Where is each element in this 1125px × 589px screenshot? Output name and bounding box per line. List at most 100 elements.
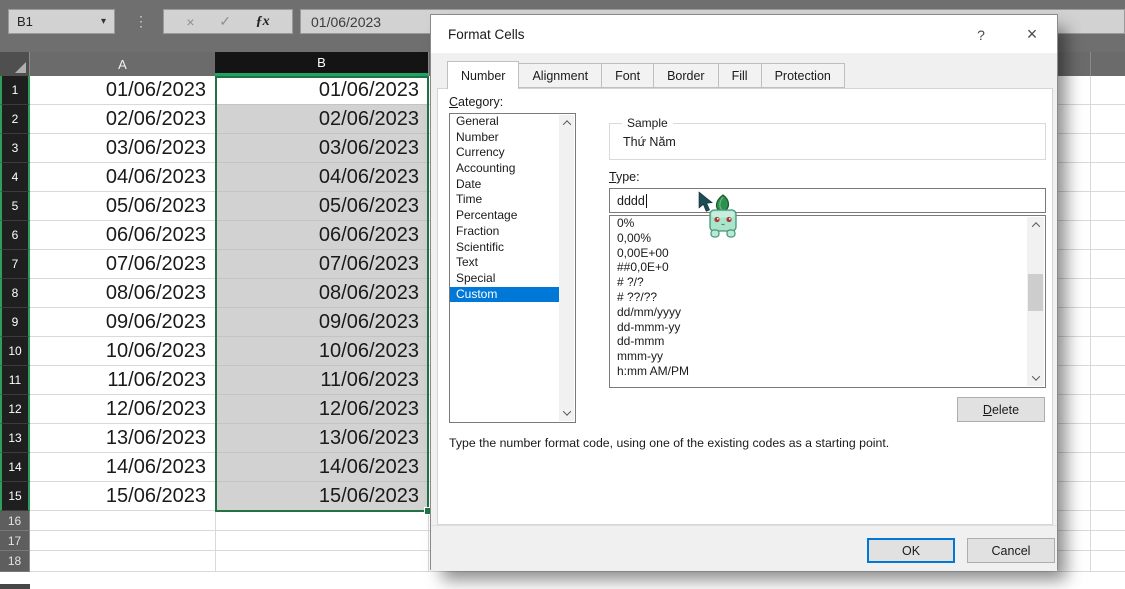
tab-number[interactable]: Number <box>447 61 519 89</box>
cell-B10[interactable]: 10/06/2023 <box>215 337 428 366</box>
row-header-5[interactable]: 5 <box>0 192 30 221</box>
category-scrollbar[interactable] <box>559 115 574 421</box>
cell-D16[interactable] <box>1090 511 1125 531</box>
cell-D18[interactable] <box>1090 551 1125 572</box>
category-item-text[interactable]: Text <box>450 255 560 271</box>
dialog-titlebar[interactable]: Format Cells <box>431 15 1057 53</box>
cell-A2[interactable]: 02/06/2023 <box>30 105 215 134</box>
row-header-11[interactable]: 11 <box>0 366 30 395</box>
row-header-10[interactable]: 10 <box>0 337 30 366</box>
cell-B17[interactable] <box>215 531 428 551</box>
type-option-8[interactable]: dd-mmm <box>610 334 1045 349</box>
dialog-help-icon[interactable]: ? <box>968 24 994 46</box>
cell-B14[interactable]: 14/06/2023 <box>215 453 428 482</box>
type-option-7[interactable]: dd-mmm-yy <box>610 320 1045 335</box>
cell-B7[interactable]: 07/06/2023 <box>215 250 428 279</box>
tab-border[interactable]: Border <box>654 63 719 88</box>
cell-A13[interactable]: 13/06/2023 <box>30 424 215 453</box>
row-header-17[interactable]: 17 <box>0 531 30 551</box>
cell-B6[interactable]: 06/06/2023 <box>215 221 428 250</box>
cell-B18[interactable] <box>215 551 428 572</box>
tab-fill[interactable]: Fill <box>719 63 762 88</box>
scroll-up-icon[interactable] <box>559 115 574 131</box>
cell-D10[interactable] <box>1090 337 1125 366</box>
row-header-12[interactable]: 12 <box>0 395 30 424</box>
row-header-19-partial[interactable] <box>0 584 30 589</box>
row-header-13[interactable]: 13 <box>0 424 30 453</box>
cell-D11[interactable] <box>1090 366 1125 395</box>
cell-B16[interactable] <box>215 511 428 531</box>
row-header-3[interactable]: 3 <box>0 134 30 163</box>
cell-D4[interactable] <box>1090 163 1125 192</box>
type-option-0[interactable]: 0% <box>610 216 1045 231</box>
row-header-16[interactable]: 16 <box>0 511 30 531</box>
category-item-time[interactable]: Time <box>450 192 560 208</box>
row-header-2[interactable]: 2 <box>0 105 30 134</box>
category-item-date[interactable]: Date <box>450 177 560 193</box>
row-header-18[interactable]: 18 <box>0 551 30 572</box>
cell-D2[interactable] <box>1090 105 1125 134</box>
cell-A11[interactable]: 11/06/2023 <box>30 366 215 395</box>
cell-B12[interactable]: 12/06/2023 <box>215 395 428 424</box>
cell-A9[interactable]: 09/06/2023 <box>30 308 215 337</box>
cell-A5[interactable]: 05/06/2023 <box>30 192 215 221</box>
column-header-A[interactable]: A <box>30 52 215 76</box>
cell-A10[interactable]: 10/06/2023 <box>30 337 215 366</box>
cell-B2[interactable]: 02/06/2023 <box>215 105 428 134</box>
category-item-special[interactable]: Special <box>450 271 560 287</box>
cell-D15[interactable] <box>1090 482 1125 511</box>
scroll-down-icon[interactable] <box>559 405 574 421</box>
ok-button[interactable]: OK <box>867 538 955 563</box>
cell-D6[interactable] <box>1090 221 1125 250</box>
cell-A4[interactable]: 04/06/2023 <box>30 163 215 192</box>
cell-D14[interactable] <box>1090 453 1125 482</box>
cell-B13[interactable]: 13/06/2023 <box>215 424 428 453</box>
select-all-button[interactable] <box>0 52 30 76</box>
cell-B4[interactable]: 04/06/2023 <box>215 163 428 192</box>
type-option-4[interactable]: # ?/? <box>610 275 1045 290</box>
insert-function-icon[interactable]: ƒx <box>256 14 270 30</box>
cell-B9[interactable]: 09/06/2023 <box>215 308 428 337</box>
row-header-1[interactable]: 1 <box>0 76 30 105</box>
cancel-entry-icon[interactable]: × <box>186 14 194 30</box>
cell-D17[interactable] <box>1090 531 1125 551</box>
scroll-down-icon[interactable] <box>1027 370 1044 386</box>
enter-entry-icon[interactable]: ✓ <box>219 13 231 30</box>
type-option-9[interactable]: mmm-yy <box>610 349 1045 364</box>
cell-D12[interactable] <box>1090 395 1125 424</box>
cell-D9[interactable] <box>1090 308 1125 337</box>
row-header-6[interactable]: 6 <box>0 221 30 250</box>
cell-A12[interactable]: 12/06/2023 <box>30 395 215 424</box>
tab-alignment[interactable]: Alignment <box>519 63 602 88</box>
cell-B11[interactable]: 11/06/2023 <box>215 366 428 395</box>
cell-D5[interactable] <box>1090 192 1125 221</box>
row-header-4[interactable]: 4 <box>0 163 30 192</box>
cell-D3[interactable] <box>1090 134 1125 163</box>
category-item-custom[interactable]: Custom <box>450 287 560 303</box>
name-box-dropdown-icon[interactable]: ▾ <box>101 16 106 27</box>
category-item-scientific[interactable]: Scientific <box>450 240 560 256</box>
row-header-15[interactable]: 15 <box>0 482 30 511</box>
category-item-number[interactable]: Number <box>450 130 560 146</box>
cancel-button[interactable]: Cancel <box>967 538 1055 563</box>
cell-B15[interactable]: 15/06/2023 <box>215 482 428 511</box>
type-input[interactable]: dddd <box>609 188 1046 213</box>
cell-B1[interactable]: 01/06/2023 <box>215 76 428 105</box>
cell-D1[interactable] <box>1090 76 1125 105</box>
column-header-B[interactable]: B <box>215 52 428 76</box>
tab-font[interactable]: Font <box>602 63 654 88</box>
cell-B8[interactable]: 08/06/2023 <box>215 279 428 308</box>
type-option-1[interactable]: 0,00% <box>610 231 1045 246</box>
delete-button[interactable]: Delete <box>957 397 1045 422</box>
cell-A16[interactable] <box>30 511 215 531</box>
type-option-6[interactable]: dd/mm/yyyy <box>610 305 1045 320</box>
type-option-5[interactable]: # ??/?? <box>610 290 1045 305</box>
cell-B3[interactable]: 03/06/2023 <box>215 134 428 163</box>
cell-A8[interactable]: 08/06/2023 <box>30 279 215 308</box>
cell-A17[interactable] <box>30 531 215 551</box>
type-option-10[interactable]: h:mm AM/PM <box>610 364 1045 379</box>
category-item-currency[interactable]: Currency <box>450 145 560 161</box>
cell-B5[interactable]: 05/06/2023 <box>215 192 428 221</box>
cell-D13[interactable] <box>1090 424 1125 453</box>
type-option-2[interactable]: 0,00E+00 <box>610 246 1045 261</box>
